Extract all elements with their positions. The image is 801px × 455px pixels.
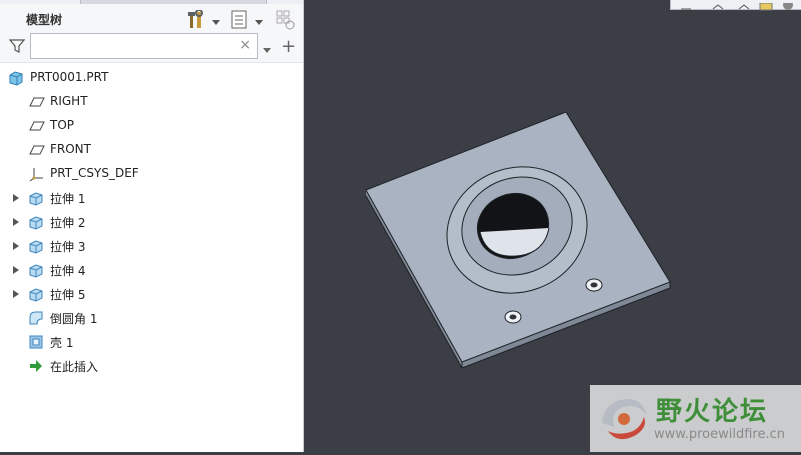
forum-watermark: 野火论坛 www.proewildfire.cn [590, 385, 801, 452]
watermark-title: 野火论坛 [656, 397, 769, 427]
filter-icon[interactable] [8, 38, 26, 57]
search-input[interactable] [35, 35, 239, 59]
tree-item-label: TOP [50, 118, 75, 132]
coordinate-system-icon [29, 166, 45, 182]
extrude-icon [28, 262, 44, 278]
datum-plane-icon [29, 94, 45, 110]
tree-item-front-plane[interactable]: FRONT [0, 138, 300, 162]
tree-item-label: 拉伸 4 [50, 264, 86, 278]
expand-arrow-icon[interactable] [12, 264, 22, 276]
zoom-icon[interactable] [679, 0, 693, 14]
insert-here-arrow-icon [28, 358, 44, 374]
tree-item-label: PRT0001.PRT [30, 70, 109, 84]
expand-arrow-icon[interactable] [12, 288, 22, 300]
tree-item-shell-1[interactable]: 壳 1 [0, 330, 300, 354]
extrude-icon [28, 214, 44, 230]
hidden-items-icon[interactable] [276, 10, 296, 33]
tree-item-csys[interactable]: PRT_CSYS_DEF [0, 162, 300, 186]
view-tool-icon[interactable] [737, 0, 751, 14]
tree-item-label: 在此插入 [50, 360, 99, 374]
view-tool-icon[interactable] [711, 0, 725, 14]
tree-item-part[interactable]: PRT0001.PRT [0, 66, 300, 90]
tree-item-label: RIGHT [50, 94, 88, 108]
expand-arrow-icon[interactable] [12, 216, 22, 228]
add-filter-icon[interactable]: + [281, 36, 296, 57]
tree-item-label: 拉伸 2 [50, 216, 86, 230]
search-field[interactable]: × [30, 33, 258, 59]
extrude-icon [28, 286, 44, 302]
extrude-icon [28, 190, 44, 206]
tree-item-extrude-2[interactable]: 拉伸 2 [0, 210, 300, 234]
expand-arrow-icon[interactable] [12, 192, 22, 204]
tree-item-label: PRT_CSYS_DEF [50, 166, 139, 180]
part-icon [8, 70, 24, 86]
tools-settings-icon[interactable] [187, 9, 209, 33]
watermark-url: www.proewildfire.cn [654, 427, 785, 442]
shell-icon [28, 334, 44, 350]
view-toolbar [670, 0, 801, 11]
round-icon [28, 310, 44, 326]
tree-item-label: 拉伸 5 [50, 288, 86, 302]
expand-arrow-icon[interactable] [12, 240, 22, 252]
tree-item-round-1[interactable]: 倒圆角 1 [0, 306, 300, 330]
small-hole-2-center [590, 282, 598, 288]
flame-swirl-logo [594, 389, 652, 450]
tree-item-extrude-3[interactable]: 拉伸 3 [0, 234, 300, 258]
extrude-icon [28, 238, 44, 254]
saved-views-icon[interactable] [759, 0, 773, 14]
model-tree-header: 模型树 [0, 4, 303, 32]
tree-item-extrude-5[interactable]: 拉伸 5 [0, 282, 300, 306]
chevron-down-icon[interactable] [212, 15, 220, 29]
datum-plane-icon [29, 118, 45, 134]
chevron-down-icon[interactable] [255, 15, 263, 29]
tree-item-extrude-4[interactable]: 拉伸 4 [0, 258, 300, 282]
model-tree-panel: 模型树 × + PRT0001.PRT RIGHT TOP FRONT PRT_… [0, 0, 304, 452]
tree-item-label: 拉伸 3 [50, 240, 86, 254]
tree-item-label: 壳 1 [50, 336, 74, 350]
display-style-icon[interactable] [781, 0, 795, 14]
show-list-icon[interactable] [231, 10, 249, 33]
tree-item-label: 拉伸 1 [50, 192, 86, 206]
tree-item-right-plane[interactable]: RIGHT [0, 90, 300, 114]
tree-item-top-plane[interactable]: TOP [0, 114, 300, 138]
tree-item-label: 倒圆角 1 [50, 312, 98, 326]
tree-item-insert-here[interactable]: 在此插入 [0, 354, 300, 378]
datum-plane-icon [29, 142, 45, 158]
chevron-down-icon[interactable] [263, 43, 271, 57]
clear-search-icon[interactable]: × [239, 37, 251, 53]
tree-item-label: FRONT [50, 142, 91, 156]
tree-item-extrude-1[interactable]: 拉伸 1 [0, 186, 300, 210]
small-hole-1-center [509, 314, 517, 320]
model-tree-title: 模型树 [26, 13, 63, 27]
